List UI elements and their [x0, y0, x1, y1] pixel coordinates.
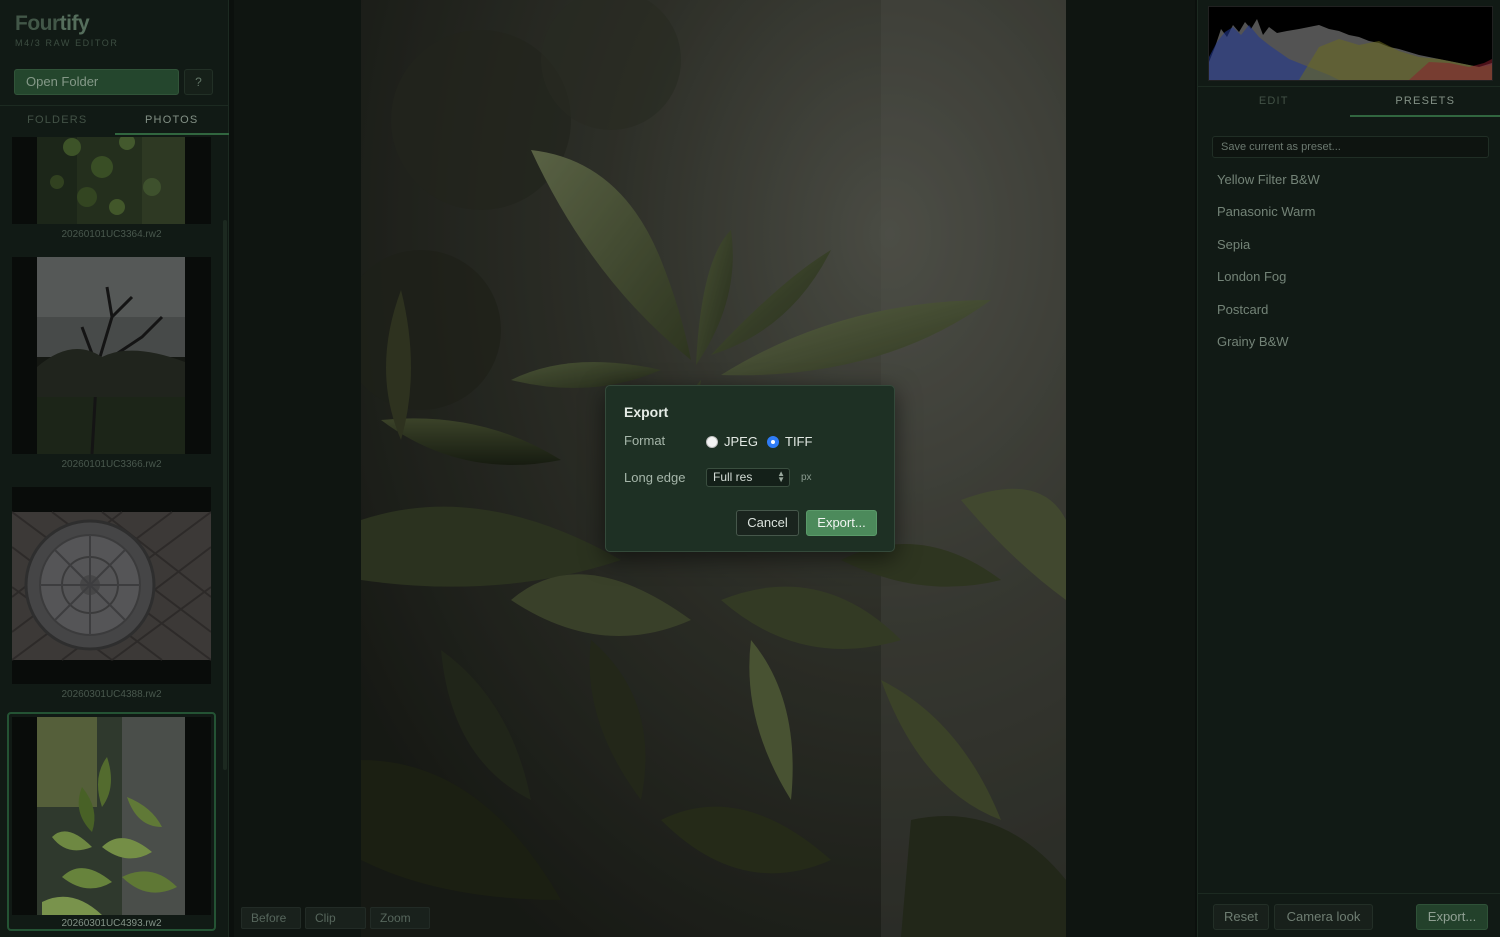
format-label: Format: [624, 433, 666, 448]
app-window: Fourtify M4/3 RAW EDITOR Open Folder ? F…: [0, 0, 1500, 937]
cancel-button[interactable]: Cancel: [736, 510, 799, 536]
radio-label: TIFF: [785, 434, 813, 449]
select-value: Full res: [713, 470, 753, 484]
radio-label: JPEG: [724, 434, 758, 449]
export-dialog: Export Format JPEG TIFF Long edge Full r…: [605, 385, 895, 552]
long-edge-select[interactable]: Full res ▲ ▼: [706, 468, 790, 487]
radio-unchecked-icon: [706, 435, 718, 448]
dialog-export-button[interactable]: Export...: [806, 510, 877, 536]
dialog-title: Export: [624, 404, 669, 420]
format-tiff-radio[interactable]: TIFF: [767, 434, 812, 449]
chevron-updown-icon: ▲ ▼: [777, 469, 785, 484]
format-jpeg-radio[interactable]: JPEG: [706, 434, 758, 449]
long-edge-label: Long edge: [624, 470, 686, 485]
radio-checked-icon: [767, 435, 779, 448]
unit-label: px: [801, 472, 812, 483]
